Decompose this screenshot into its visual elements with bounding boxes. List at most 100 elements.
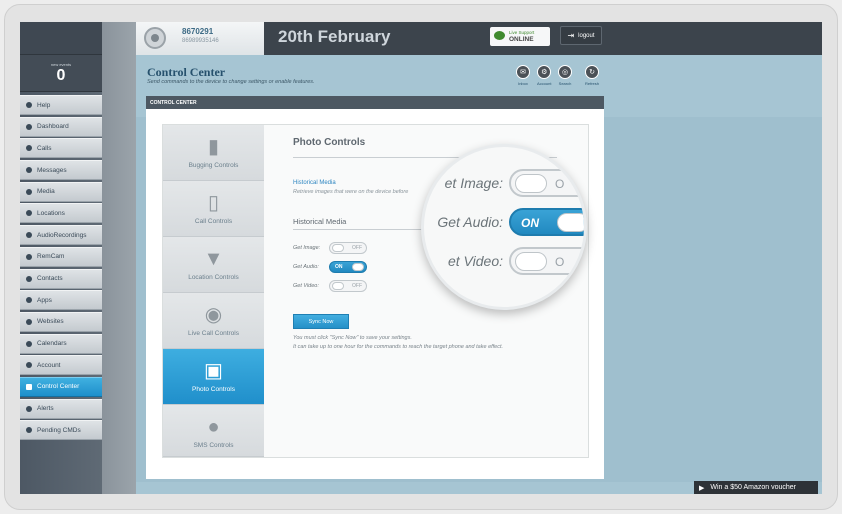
divider [293,229,433,230]
microphone-icon: ▮ [207,136,219,158]
get-audio-toggle[interactable]: ON [329,261,367,273]
sidebar-item-label: Locations [37,209,65,217]
get-video-row: Get Video: OFF [293,280,367,292]
inbox-icon: ✉ [516,65,530,79]
sidebar-item-websites[interactable]: Websites [20,311,102,332]
sidebar-item-control-center[interactable]: Control Center [20,376,102,397]
sidebar-item-label: Media [37,188,55,196]
tab-sms-controls[interactable]: ● SMS Controls [163,405,264,457]
clock-icon [26,427,32,434]
top-bar: 8670291 86989935146 20th February Live S… [136,22,822,55]
sidebar-item-audiorecordings[interactable]: AudioRecordings [20,225,102,246]
sidebar-item-help[interactable]: Help [20,95,102,115]
magnifier-callout: et Image: O Get Audio: ON et Video: O [421,144,587,310]
get-image-toggle[interactable]: OFF [329,242,367,254]
sidebar-item-contacts[interactable]: Contacts [20,268,102,289]
live-support-badge[interactable]: Live Support ONLINE [490,27,550,46]
chat-bubble-icon [494,31,505,40]
get-video-toggle[interactable]: OFF [329,280,367,292]
sidebar-item-label: Pending CMDs [37,426,81,434]
new-events-count: 0 [56,67,66,84]
voucher-text: Win a $50 Amazon voucher [710,484,796,491]
tab-photo-controls[interactable]: ▣ Photo Controls [163,349,264,405]
sidebar-item-messages[interactable]: Messages [20,160,102,181]
toggle-knob [352,263,364,271]
sidebar-item-label: Control Center [37,383,80,391]
sidebar-gutter [102,22,136,494]
sidebar-item-pending-cmds[interactable]: Pending CMDs [20,420,102,441]
sidebar-menu: Help Dashboard Calls Messages Media Loca… [20,95,102,441]
current-date: 20th February [278,27,391,46]
sidebar-item-calls[interactable]: Calls [20,138,102,159]
contacts-icon [26,275,32,282]
tool-label: Account [537,81,552,86]
tab-label: Call Controls [194,218,233,225]
sidebar-item-remcam[interactable]: RemCam [20,246,102,267]
page-subtitle: Send commands to the device to change se… [147,79,315,85]
tool-label: Refresh [585,81,600,86]
tab-call-controls[interactable]: ▯ Call Controls [163,181,264,237]
tool-label: Search [558,81,572,86]
get-image-row: Get Image: OFF [293,242,367,254]
sync-now-button[interactable]: Sync Now [293,314,349,329]
tool-label: Inbox [518,81,528,86]
magnified-get-audio-toggle: ON [509,208,584,236]
voucher-banner[interactable]: ▶ Win a $50 Amazon voucher [694,481,818,494]
sidebar-item-account[interactable]: Account [20,355,102,376]
pin-icon [26,210,32,217]
search-icon: ◎ [558,65,572,79]
tab-label: Location Controls [188,274,239,281]
sidebar-item-dashboard[interactable]: Dashboard [20,116,102,137]
user-phone: 86989935146 [182,38,219,44]
sidebar-item-label: RemCam [37,253,65,261]
sidebar-item-label: Contacts [37,275,63,282]
toggle-state: OFF [352,245,362,251]
sidebar-item-label: Apps [37,296,52,304]
sidebar-item-label: Calendars [37,340,67,348]
user-box[interactable]: 8670291 86989935146 [136,22,264,55]
tab-label: Bugging Controls [188,162,239,169]
toggle-knob [515,174,547,193]
refresh-tool[interactable]: ↻ Refresh [585,65,599,86]
tab-bugging-controls[interactable]: ▮ Bugging Controls [163,125,264,181]
gear-icon: ⚙ [537,65,552,79]
sidebar-item-alerts[interactable]: Alerts [20,398,102,419]
historical-media-heading: Historical Media [293,217,347,226]
new-events-counter[interactable]: new events 0 [20,55,102,92]
toggle-knob [332,282,344,290]
live-support-status: ONLINE [509,36,534,43]
avatar [144,27,166,49]
magnified-get-image-label: et Image: [444,175,503,191]
get-audio-label: Get Audio: [293,264,319,270]
search-tool[interactable]: ◎ Search [558,65,572,86]
user-icon [26,362,32,369]
sidebar-item-calendars[interactable]: Calendars [20,333,102,354]
sidebar-item-label: Calls [37,144,52,152]
sidebar-item-media[interactable]: Media [20,181,102,202]
sidebar: new events 0 Help Dashboard Calls Messag… [20,22,102,494]
map-pin-icon: ▼ [203,248,224,270]
phone-icon [26,145,32,152]
camera-icon: ▣ [204,360,223,382]
sidebar-item-locations[interactable]: Locations [20,203,102,224]
account-tool[interactable]: ⚙ Account [537,65,551,86]
tab-live-call-controls[interactable]: ◉ Live Call Controls [163,293,264,349]
tab-location-controls[interactable]: ▼ Location Controls [163,237,264,293]
live-support-label: Live Support [509,30,535,35]
get-image-label: Get Image: [293,245,321,251]
historical-media-link[interactable]: Historical Media [293,180,336,186]
toggle-state: ON [521,216,539,230]
inbox-tool[interactable]: ✉ Inbox [516,65,530,86]
tab-label: Live Call Controls [188,330,239,337]
sidebar-item-apps[interactable]: Apps [20,290,102,311]
sidebar-item-label: Help [37,101,51,109]
eye-icon: ◉ [204,304,223,326]
tab-label: Photo Controls [192,386,235,393]
sidebar-top [20,22,102,55]
user-id: 8670291 [182,27,214,36]
link-icon [26,318,32,325]
sidebar-item-label: Alerts [37,405,54,413]
toggle-knob [332,244,344,252]
control-tabs: ▮ Bugging Controls ▯ Call Controls ▼ Loc… [163,125,264,457]
logout-button[interactable]: ⇥ logout [560,26,602,45]
